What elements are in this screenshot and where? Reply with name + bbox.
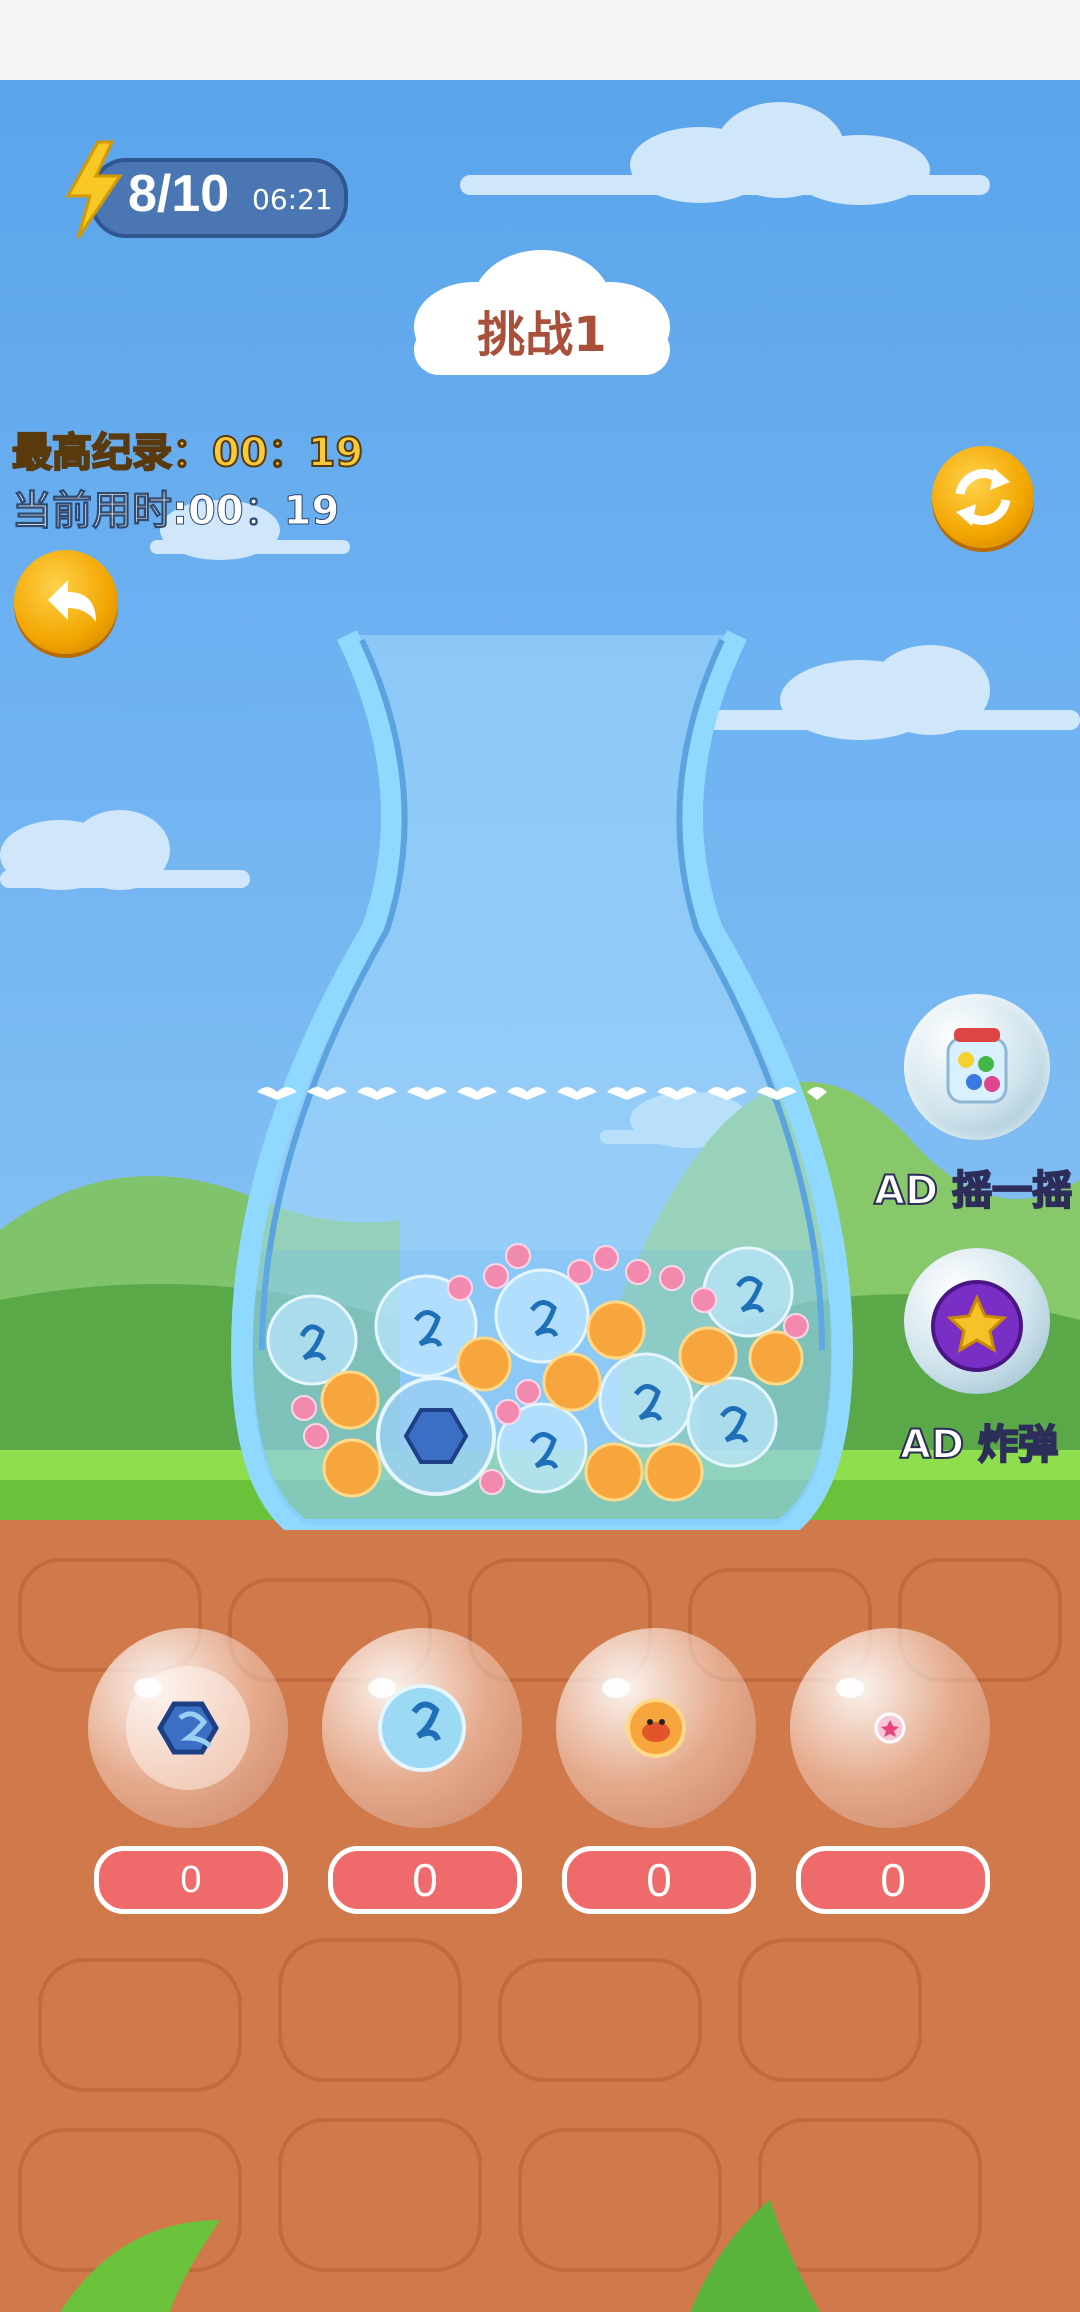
seahorse-bubble	[702, 1246, 794, 1338]
shake-button[interactable]	[904, 994, 1050, 1140]
best-record: 最高纪录：00：19	[11, 429, 364, 477]
crab-bubble	[644, 1442, 704, 1502]
restart-button[interactable]	[932, 446, 1034, 548]
collector-count: 0	[796, 1846, 990, 1914]
candy-jar-icon	[946, 1028, 1008, 1104]
starfish-bubble	[783, 1313, 809, 1339]
starfish-icon	[836, 1678, 906, 1744]
current-time: 当前用时:00：19	[11, 488, 340, 535]
starfish-bubble	[515, 1379, 541, 1405]
back-button[interactable]	[14, 550, 118, 654]
crab-bubble	[748, 1330, 804, 1386]
seahorse-bubble	[494, 1268, 590, 1364]
starfish-bubble	[691, 1287, 717, 1313]
starfish-bubble	[567, 1259, 593, 1285]
seahorse-bubble	[266, 1294, 358, 1386]
refresh-icon	[955, 468, 1011, 526]
level-title: 挑战1	[477, 307, 607, 363]
starfish-bubble	[447, 1275, 473, 1301]
starfish-bubble	[659, 1265, 685, 1291]
dragon-icon	[126, 1666, 250, 1790]
starfish-bubble	[505, 1243, 531, 1269]
collector-slot	[790, 1628, 990, 1828]
starfish-bubble	[495, 1399, 521, 1425]
shake-label: AD 摇一摇	[873, 1167, 1073, 1215]
energy-count: 8/10	[128, 165, 230, 223]
collector-count: 0	[562, 1846, 756, 1914]
starfish-bubble	[625, 1259, 651, 1285]
collector-count: 0	[94, 1846, 288, 1914]
starfish-bubble	[479, 1469, 505, 1495]
crab-bubble	[320, 1370, 380, 1430]
bomb-icon	[931, 1280, 1023, 1372]
crab-bubble	[542, 1352, 602, 1412]
starfish-bubble	[291, 1395, 317, 1421]
collector-slot	[88, 1628, 288, 1828]
collector-slot	[556, 1628, 756, 1828]
crab-bubble	[678, 1326, 738, 1386]
bomb-label: AD 炸弹	[899, 1421, 1059, 1469]
seahorse-bubble	[686, 1376, 778, 1468]
collector-slot	[322, 1628, 522, 1828]
bomb-button[interactable]	[904, 1248, 1050, 1394]
starfish-bubble	[593, 1245, 619, 1271]
bubble-pile	[266, 1243, 809, 1502]
seahorse-bubble	[598, 1352, 694, 1448]
status-bar	[0, 0, 1080, 80]
crab-bubble	[584, 1442, 644, 1502]
back-arrow-icon	[48, 580, 96, 622]
starfish-bubble	[483, 1263, 509, 1289]
crab-bubble	[586, 1300, 646, 1360]
lightning-icon	[65, 140, 123, 239]
seahorse-icon	[368, 1678, 466, 1772]
crab-bubble	[456, 1336, 512, 1392]
crab-icon	[602, 1678, 686, 1758]
energy-timer: 06:21	[252, 183, 333, 216]
crab-bubble	[322, 1438, 382, 1498]
starfish-bubble	[303, 1423, 329, 1449]
collector-count: 0	[328, 1846, 522, 1914]
